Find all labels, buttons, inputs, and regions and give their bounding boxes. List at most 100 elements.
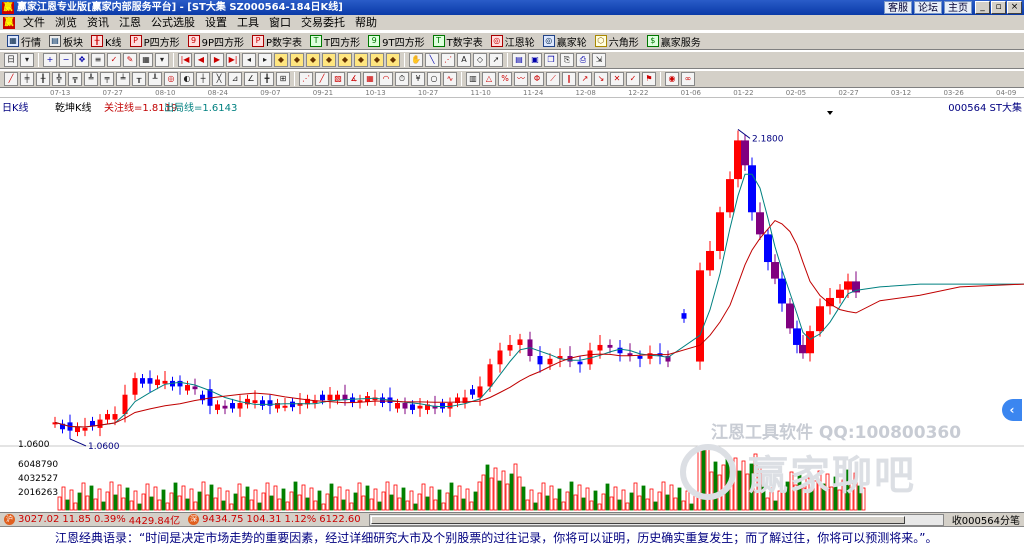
gann-grid-icon[interactable]: ▦: [363, 72, 377, 86]
draw-tool-16-icon[interactable]: ∠: [244, 72, 258, 86]
close-button[interactable]: ×: [1007, 1, 1022, 14]
draw-tool-12-icon[interactable]: ◐: [180, 72, 194, 86]
toolbar-9t-square-button[interactable]: 9 9T四方形: [364, 33, 428, 49]
draw-tool-6-icon[interactable]: ╩: [84, 72, 98, 86]
print-icon[interactable]: ⎙: [576, 53, 590, 67]
gann-line-icon[interactable]: ╱: [315, 72, 329, 86]
toolbar-hexagon-button[interactable]: ⬡ 六角形: [591, 33, 643, 49]
arrow-up-icon[interactable]: ↗: [578, 72, 592, 86]
menu-settings[interactable]: 设置: [200, 15, 232, 31]
check-icon[interactable]: ✓: [107, 53, 121, 67]
copy-icon[interactable]: ⎘: [560, 53, 574, 67]
toolbar-winner-service-button[interactable]: $ 赢家服务: [643, 33, 705, 49]
draw-tool-8-icon[interactable]: ╧: [116, 72, 130, 86]
draw-tool-7-icon[interactable]: ╤: [100, 72, 114, 86]
text-tool-icon[interactable]: A: [457, 53, 471, 67]
draw-tool-11-icon[interactable]: ◎: [164, 72, 178, 86]
wave-icon[interactable]: 〰: [514, 72, 528, 86]
line-tool-icon[interactable]: ╲: [425, 53, 439, 67]
link-icon[interactable]: ∞: [681, 72, 695, 86]
toolbar-p-square-button[interactable]: P P四方形: [126, 33, 184, 49]
scrollbar-thumb[interactable]: [370, 515, 905, 524]
gann-fan-icon[interactable]: ⋰: [299, 72, 313, 86]
save-icon[interactable]: ▣: [528, 53, 542, 67]
menu-formula-select[interactable]: 公式选股: [146, 15, 200, 31]
draw-tool-13-icon[interactable]: ┼: [196, 72, 210, 86]
left-icon[interactable]: ◂: [242, 53, 256, 67]
right-icon[interactable]: ▸: [258, 53, 272, 67]
arrow-icon[interactable]: ➚: [489, 53, 503, 67]
toolbar-kline-button[interactable]: ╫ K线: [87, 33, 126, 49]
toolbar-9p-square-button[interactable]: 9 9P四方形: [184, 33, 248, 49]
diamond-icon-7[interactable]: ◆: [370, 53, 384, 67]
diamond-icon-5[interactable]: ◆: [338, 53, 352, 67]
draw-tool-15-icon[interactable]: ⊿: [228, 72, 242, 86]
prev-icon[interactable]: ◀: [194, 53, 208, 67]
menu-window[interactable]: 窗口: [264, 15, 296, 31]
kline-chart[interactable]: 2.1800 1.0600 1.0600 6048790 4032527 2016263 …: [0, 98, 1024, 512]
tick-detail-label[interactable]: 收000564分笔: [948, 512, 1024, 527]
zoom-out-icon[interactable]: −: [59, 53, 73, 67]
gann-cycle-icon[interactable]: ∿: [443, 72, 457, 86]
ruler-icon[interactable]: ▥: [466, 72, 480, 86]
flag-icon[interactable]: ⚑: [642, 72, 656, 86]
fib-icon[interactable]: Φ: [530, 72, 544, 86]
draw-tool-3-icon[interactable]: ╫: [36, 72, 50, 86]
diamond-icon-4[interactable]: ◆: [322, 53, 336, 67]
toolbar-winner-wheel-button[interactable]: ◎ 赢家轮: [539, 33, 591, 49]
export-icon[interactable]: ⇲: [592, 53, 606, 67]
side-expand-button[interactable]: ‹: [1002, 399, 1022, 421]
diamond-icon-1[interactable]: ◆: [274, 53, 288, 67]
draw-tool-4-icon[interactable]: ╬: [52, 72, 66, 86]
arrow-down-icon[interactable]: ↘: [594, 72, 608, 86]
menu-browse[interactable]: 浏览: [50, 15, 82, 31]
hand-icon[interactable]: ✋: [409, 53, 423, 67]
last-icon[interactable]: ▶|: [226, 53, 240, 67]
minimize-button[interactable]: _: [975, 1, 990, 14]
service-link[interactable]: 客服: [884, 1, 912, 14]
pen-icon[interactable]: ✎: [123, 53, 137, 67]
menu-gann[interactable]: 江恩: [114, 15, 146, 31]
diamond-icon-6[interactable]: ◆: [354, 53, 368, 67]
mark-icon[interactable]: ✓: [626, 72, 640, 86]
draw-tool-9-icon[interactable]: ╥: [132, 72, 146, 86]
toolbar-p-number-button[interactable]: P P数字表: [248, 33, 306, 49]
menu-file[interactable]: 文件: [18, 15, 50, 31]
first-icon[interactable]: |◀: [178, 53, 192, 67]
cross-icon[interactable]: ✕: [610, 72, 624, 86]
toolbar-gann-wheel-button[interactable]: ◎ 江恩轮: [487, 33, 539, 49]
dropdown-icon[interactable]: ▾: [20, 53, 34, 67]
percent-icon[interactable]: %: [498, 72, 512, 86]
draw-tool-1-icon[interactable]: ╱: [4, 72, 18, 86]
speed-line-icon[interactable]: ⟋: [546, 72, 560, 86]
toolbar-quote-button[interactable]: ▦ 行情: [3, 33, 45, 49]
horizontal-scrollbar[interactable]: [368, 513, 944, 526]
move-icon[interactable]: ✥: [75, 53, 89, 67]
gann-time-icon[interactable]: ⏱: [395, 72, 409, 86]
menu-tools[interactable]: 工具: [232, 15, 264, 31]
toolbar-sector-button[interactable]: ▤ 板块: [45, 33, 87, 49]
next-icon[interactable]: ▶: [210, 53, 224, 67]
sh-index[interactable]: 沪 3027.02 11.85 0.39% 4429.84亿: [0, 512, 184, 527]
draw-tool-5-icon[interactable]: ╦: [68, 72, 82, 86]
zoom-in-icon[interactable]: +: [43, 53, 57, 67]
gann-arc-icon[interactable]: ◠: [379, 72, 393, 86]
gann-price-icon[interactable]: ¥: [411, 72, 425, 86]
fan-icon[interactable]: ⋰: [441, 53, 455, 67]
diamond-icon-2[interactable]: ◆: [290, 53, 304, 67]
gann-box-icon[interactable]: ▧: [331, 72, 345, 86]
diamond-icon-8[interactable]: ◆: [386, 53, 400, 67]
toolbar-t-square-button[interactable]: T T四方形: [306, 33, 364, 49]
diamond-icon-3[interactable]: ◆: [306, 53, 320, 67]
window-icon[interactable]: ❐: [544, 53, 558, 67]
draw-tool-2-icon[interactable]: ╪: [20, 72, 34, 86]
gann-circle-icon[interactable]: ○: [427, 72, 441, 86]
menu-help[interactable]: 帮助: [350, 15, 382, 31]
draw-tool-10-icon[interactable]: ╨: [148, 72, 162, 86]
draw-tool-14-icon[interactable]: ╳: [212, 72, 226, 86]
triangle-icon[interactable]: △: [482, 72, 496, 86]
toolbar-t-number-button[interactable]: T T数字表: [429, 33, 487, 49]
draw-tool-17-icon[interactable]: ╋: [260, 72, 274, 86]
table-icon[interactable]: ▤: [512, 53, 526, 67]
calendar-icon[interactable]: 日: [4, 53, 18, 67]
